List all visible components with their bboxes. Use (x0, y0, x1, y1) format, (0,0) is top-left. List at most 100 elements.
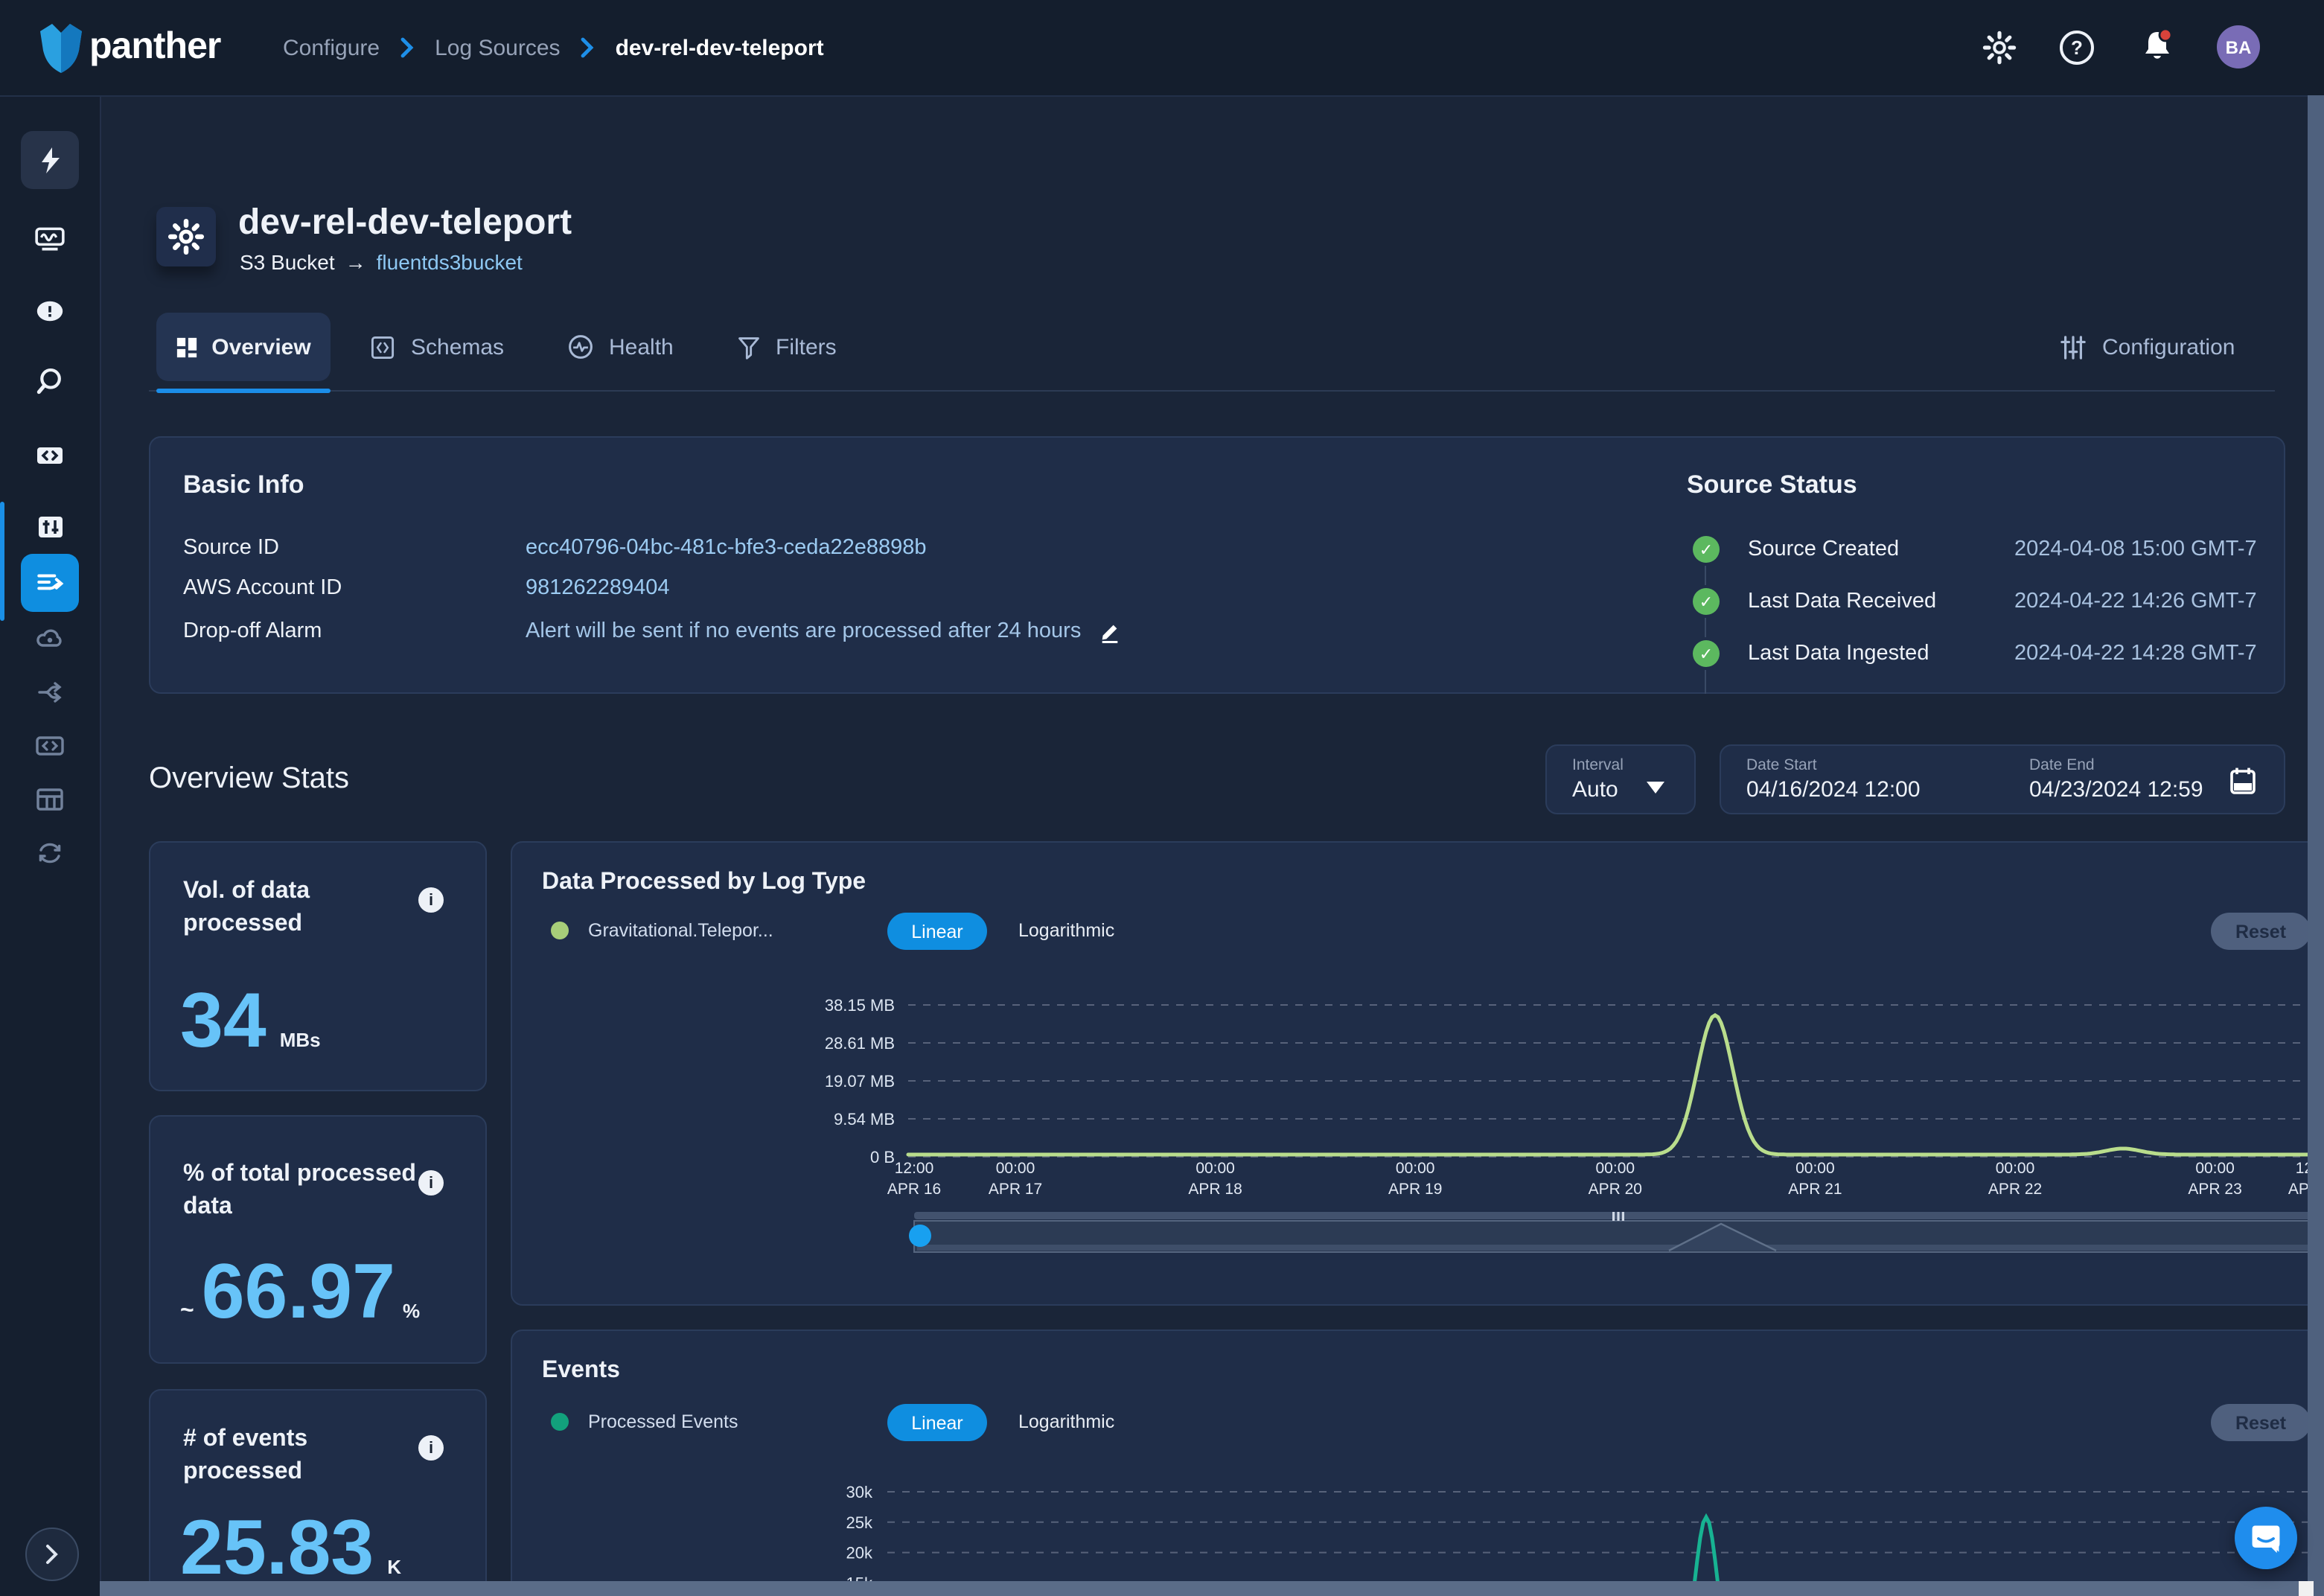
info-icon[interactable]: i (418, 1170, 444, 1196)
y-axis-tick: 25k (846, 1513, 873, 1532)
range-handle-left[interactable] (909, 1225, 931, 1247)
vertical-scrollbar[interactable] (2308, 95, 2324, 1596)
tab-health[interactable]: Health (567, 313, 674, 381)
bucket-link[interactable]: fluentds3bucket (377, 250, 523, 274)
sidebar-item-bolt[interactable] (21, 131, 79, 189)
sidebar-item-tables[interactable] (21, 770, 79, 828)
sidebar-item-log-sources[interactable] (21, 554, 79, 612)
tab-overview[interactable]: Overview (156, 313, 331, 381)
stat-title: Vol. of data processed (183, 875, 406, 939)
funnel-icon (737, 334, 761, 360)
sidebar-expand-button[interactable] (25, 1528, 79, 1581)
chart-legend-item[interactable]: Gravitational.Telepor... (551, 920, 773, 941)
sidebar-item-search[interactable] (21, 353, 79, 411)
status-value: 2024-04-22 14:26 GMT-7 (2014, 590, 2257, 613)
tab-schemas[interactable]: Schemas (369, 313, 504, 381)
brand-name: panther (89, 25, 220, 68)
stat-prefix: ~ (180, 1298, 194, 1325)
source-type: S3 Bucket (240, 250, 335, 274)
sidebar-item-activity[interactable] (21, 210, 79, 268)
sidebar-item-tuning[interactable] (21, 497, 79, 555)
info-icon[interactable]: i (418, 887, 444, 913)
y-axis-tick: 19.07 MB (825, 1072, 895, 1091)
x-axis-tick: 00:00APR 18 (1163, 1158, 1268, 1201)
dropdown-caret-icon (1647, 782, 1664, 794)
sidebar-item-alerts[interactable] (21, 281, 79, 339)
configuration-link[interactable]: Configuration (2060, 313, 2235, 381)
events-chart-card: Events Processed Events Linear Logarithm… (511, 1330, 2324, 1596)
scale-logarithmic-button[interactable]: Logarithmic (1018, 920, 1114, 941)
avatar[interactable]: BA (2217, 25, 2260, 68)
stat-value-row: 34 MBs (180, 977, 321, 1066)
tabs-divider (149, 390, 2275, 392)
svg-text:?: ? (2071, 36, 2083, 59)
tab-filters[interactable]: Filters (737, 313, 837, 381)
notifications-button[interactable] (2136, 25, 2178, 67)
status-label: Source Created (1748, 537, 1986, 561)
bell-icon (2138, 27, 2177, 66)
sidebar-item-code[interactable] (21, 426, 79, 484)
sidebar-item-sync[interactable] (21, 823, 79, 881)
date-end-label: Date End (2029, 756, 2095, 774)
series-line (908, 1015, 2324, 1155)
chart-legend-item[interactable]: Processed Events (551, 1411, 738, 1432)
info-row-label: AWS Account ID (183, 576, 342, 600)
horizontal-scrollbar[interactable] (100, 1581, 2308, 1596)
interval-value: Auto (1572, 777, 1618, 802)
legend-label: Processed Events (588, 1411, 738, 1432)
interval-dropdown[interactable]: Interval Auto (1545, 744, 1696, 814)
overview-stats-title: Overview Stats (149, 762, 349, 797)
sync-arrows-icon (34, 837, 66, 867)
stat-unit: % (403, 1300, 420, 1322)
tab-label: Schemas (411, 334, 504, 360)
bolt-icon (35, 145, 65, 175)
status-label: Last Data Received (1748, 590, 1986, 613)
legend-label: Gravitational.Telepor... (588, 920, 773, 941)
breadcrumb-log-sources[interactable]: Log Sources (435, 35, 560, 60)
breadcrumb: Configure Log Sources dev-rel-dev-telepo… (283, 0, 824, 95)
stat-card-events: # of events processed i 25.83 K (149, 1389, 487, 1596)
chart-title: Data Processed by Log Type (542, 869, 866, 896)
active-tab-underline (156, 389, 331, 393)
edit-pencil-icon[interactable] (1099, 620, 1121, 642)
range-grip-icon[interactable] (1612, 1212, 1624, 1221)
stat-title: # of events processed (183, 1423, 406, 1487)
date-end-value: 04/23/2024 12:59 (2029, 777, 2203, 802)
status-value: 2024-04-08 15:00 GMT-7 (2014, 537, 2257, 561)
scale-linear-button[interactable]: Linear (887, 913, 987, 950)
arrow-right-icon: → (345, 250, 366, 274)
reset-button[interactable]: Reset (2211, 1404, 2311, 1441)
panther-logo-icon (36, 21, 86, 74)
breadcrumb-configure[interactable]: Configure (283, 35, 380, 60)
schema-code-icon (369, 334, 396, 360)
scale-logarithmic-button[interactable]: Logarithmic (1018, 1411, 1114, 1432)
source-status-title: Source Status (1687, 470, 1857, 500)
date-range-picker[interactable]: Date Start 04/16/2024 12:00 Date End 04/… (1720, 744, 2285, 814)
status-connector-line (1705, 560, 1706, 694)
chat-bubble-icon (2250, 1522, 2282, 1554)
sliders-box-icon (35, 511, 65, 541)
info-icon[interactable]: i (418, 1435, 444, 1461)
stat-value-row: 25.83 K (180, 1504, 401, 1593)
range-slider[interactable] (512, 1209, 2324, 1265)
sidebar-item-packs[interactable] (21, 716, 79, 774)
stat-unit: MBs (280, 1029, 321, 1051)
intercom-chat-button[interactable] (2235, 1507, 2297, 1569)
info-row-label: Drop-off Alarm (183, 619, 322, 643)
panther-logo[interactable] (33, 19, 89, 76)
settings-button[interactable] (1979, 27, 2020, 68)
help-button[interactable]: ? (2056, 27, 2098, 68)
x-axis-tick: 00:00APR 21 (1763, 1158, 1867, 1201)
sidebar-item-routing[interactable] (21, 663, 79, 721)
sidebar-item-cloud[interactable] (21, 609, 79, 667)
check-circle-icon: ✓ (1693, 536, 1720, 563)
y-axis-tick: 9.54 MB (834, 1110, 895, 1129)
help-icon: ? (2058, 28, 2096, 67)
gear-icon (1982, 30, 2017, 66)
reset-button[interactable]: Reset (2211, 913, 2311, 950)
route-arrows-icon (34, 677, 66, 706)
calendar-icon[interactable] (2230, 767, 2256, 795)
scale-linear-button[interactable]: Linear (887, 1404, 987, 1441)
interval-label: Interval (1572, 756, 1624, 774)
chevron-right-icon (581, 37, 595, 58)
